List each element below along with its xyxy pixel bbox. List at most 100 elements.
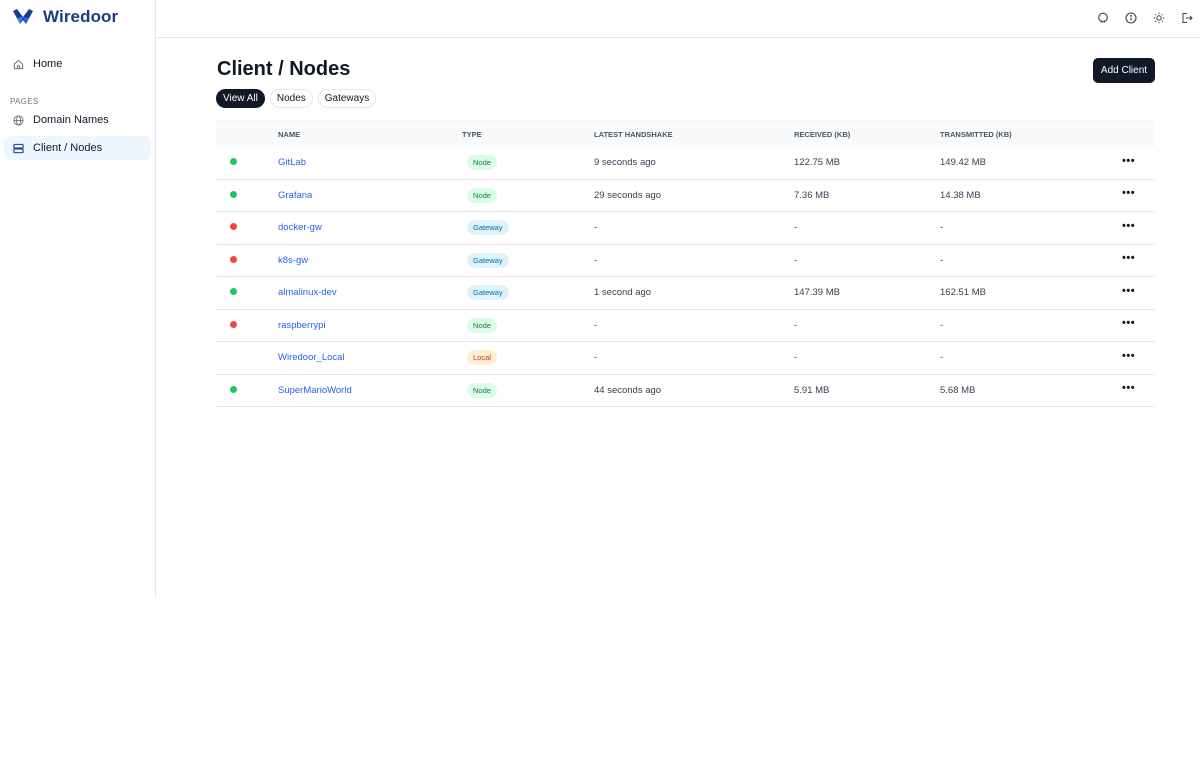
- client-name-link[interactable]: GitLab: [278, 157, 306, 168]
- client-name-link[interactable]: SuperMarioWorld: [278, 385, 352, 396]
- column-name: NAME: [278, 129, 301, 139]
- column-transmitted: TRANSMITTED (KB): [940, 129, 1012, 139]
- transmitted-cell: 5.68 MB: [940, 384, 976, 396]
- column-received: RECEIVED (KB): [794, 129, 851, 139]
- client-name-link[interactable]: Wiredoor_Local: [278, 352, 345, 363]
- actions-cell: •••: [1122, 220, 1155, 232]
- more-actions-icon[interactable]: •••: [1122, 155, 1135, 167]
- type-cell: Local: [462, 350, 594, 366]
- client-name-link[interactable]: raspberrypi: [278, 320, 326, 331]
- sun-icon[interactable]: [1152, 11, 1166, 25]
- column-handshake: LATEST HANDSHAKE: [594, 129, 673, 139]
- status-cell: [216, 157, 278, 168]
- status-dot-icon: [230, 190, 237, 198]
- name-cell: Grafana: [278, 190, 462, 201]
- more-actions-icon[interactable]: •••: [1122, 187, 1135, 199]
- type-cell: Node: [462, 382, 594, 398]
- table-row[interactable]: k8s-gw Gateway - - - •••: [216, 245, 1155, 277]
- more-actions-icon[interactable]: •••: [1122, 285, 1135, 297]
- filter-gateways[interactable]: Gateways: [317, 89, 377, 108]
- handshake-cell: 1 second ago: [594, 287, 652, 299]
- status-dot-icon: [230, 288, 237, 296]
- status-cell: [216, 385, 278, 396]
- wiredoor-logo-icon: [12, 8, 34, 26]
- transmitted-cell: -: [940, 319, 944, 331]
- actions-cell: •••: [1122, 187, 1155, 199]
- type-cell: Gateway: [462, 220, 594, 236]
- more-actions-icon[interactable]: •••: [1122, 350, 1135, 362]
- status-dot-icon: [230, 353, 237, 360]
- sidebar-nav: Home PAGES Domain Names Client / Nodes: [0, 52, 155, 160]
- handshake-cell: -: [594, 222, 598, 234]
- info-icon[interactable]: [1124, 11, 1138, 25]
- type-cell: Gateway: [462, 285, 594, 301]
- type-cell: Node: [462, 317, 594, 333]
- type-badge: Node: [467, 382, 497, 398]
- actions-cell: •••: [1122, 252, 1155, 264]
- transmitted-cell: 162.51 MB: [940, 287, 986, 299]
- client-name-link[interactable]: almalinux-dev: [278, 287, 337, 298]
- home-icon: [12, 58, 24, 70]
- top-header: [156, 0, 1200, 38]
- status-dot-icon: [230, 158, 237, 166]
- brand[interactable]: Wiredoor: [0, 0, 155, 34]
- filter-nodes[interactable]: Nodes: [269, 89, 313, 108]
- client-name-link[interactable]: Grafana: [278, 190, 312, 201]
- table-row[interactable]: raspberrypi Node - - - •••: [216, 310, 1155, 342]
- more-actions-icon[interactable]: •••: [1122, 220, 1135, 232]
- handshake-cell: 9 seconds ago: [594, 157, 656, 169]
- name-cell: almalinux-dev: [278, 287, 462, 298]
- sidebar-item-home[interactable]: Home: [4, 52, 151, 76]
- type-badge: Node: [467, 187, 497, 203]
- table-row[interactable]: docker-gw Gateway - - - •••: [216, 212, 1155, 245]
- table-row[interactable]: SuperMarioWorld Node 44 seconds ago 5.91 MB…: [216, 375, 1155, 407]
- table-row[interactable]: Grafana Node 29 seconds ago 7.36 MB 14.38 MB…: [216, 180, 1155, 212]
- brand-name: Wiredoor: [43, 7, 119, 26]
- actions-cell: •••: [1122, 382, 1155, 394]
- sidebar-item-label: Domain Names: [33, 114, 109, 126]
- type-badge: Gateway: [467, 252, 509, 268]
- status-cell: [216, 352, 278, 363]
- status-cell: [216, 222, 278, 233]
- sidebar-item-client-nodes[interactable]: Client / Nodes: [4, 136, 151, 160]
- type-badge: Gateway: [467, 220, 509, 236]
- table-row[interactable]: GitLab Node 9 seconds ago 122.75 MB 149.42 M…: [216, 147, 1155, 180]
- name-cell: SuperMarioWorld: [278, 385, 462, 396]
- received-cell: -: [794, 222, 798, 234]
- more-actions-icon[interactable]: •••: [1122, 382, 1135, 394]
- status-cell: [216, 287, 278, 298]
- client-name-link[interactable]: k8s-gw: [278, 255, 308, 266]
- handshake-cell: -: [594, 319, 598, 331]
- type-badge: Node: [467, 155, 497, 171]
- transmitted-cell: 149.42 MB: [940, 157, 986, 169]
- received-cell: -: [794, 352, 798, 364]
- sidebar-section-label: PAGES: [10, 97, 39, 106]
- name-cell: k8s-gw: [278, 255, 462, 266]
- app: Wiredoor Home PAGES Domain Names Client …: [0, 0, 1200, 760]
- more-actions-icon[interactable]: •••: [1122, 252, 1135, 264]
- name-cell: Wiredoor_Local: [278, 352, 462, 363]
- type-cell: Node: [462, 155, 594, 171]
- sidebar: Wiredoor Home PAGES Domain Names Client …: [0, 0, 156, 598]
- status-dot-icon: [230, 385, 237, 393]
- type-badge: Local: [467, 350, 497, 366]
- transmitted-cell: -: [940, 254, 944, 266]
- table-row[interactable]: Wiredoor_Local Local - - - •••: [216, 342, 1155, 375]
- actions-cell: •••: [1122, 155, 1155, 167]
- logout-icon[interactable]: [1180, 11, 1194, 25]
- add-client-button[interactable]: Add Client: [1093, 58, 1155, 83]
- actions-cell: •••: [1122, 285, 1155, 297]
- received-cell: 122.75 MB: [794, 157, 840, 169]
- received-cell: 147.39 MB: [794, 287, 840, 299]
- more-actions-icon[interactable]: •••: [1122, 317, 1135, 329]
- transmitted-cell: -: [940, 222, 944, 234]
- filter-view-all[interactable]: View All: [216, 89, 265, 108]
- sidebar-item-domain-names[interactable]: Domain Names: [4, 108, 151, 132]
- client-name-link[interactable]: docker-gw: [278, 222, 322, 233]
- received-cell: -: [794, 254, 798, 266]
- table-row[interactable]: almalinux-dev Gateway 1 second ago 147.39 M…: [216, 277, 1155, 310]
- status-dot-icon: [230, 255, 237, 263]
- github-icon[interactable]: [1096, 11, 1110, 25]
- header-actions: [1096, 0, 1200, 35]
- name-cell: docker-gw: [278, 222, 462, 233]
